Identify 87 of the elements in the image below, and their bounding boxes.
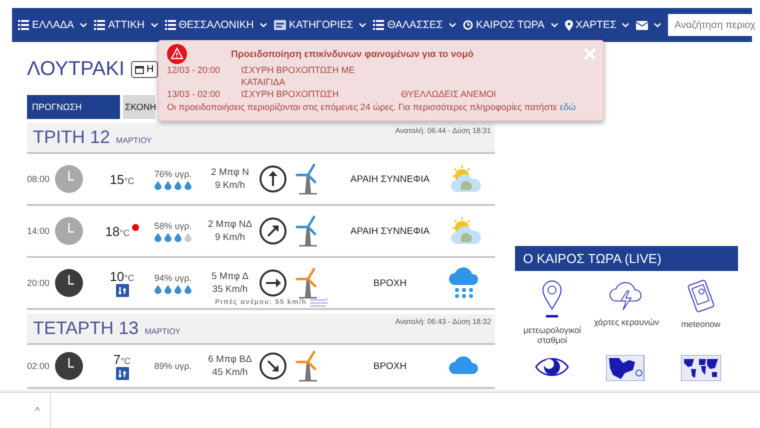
forecast-time: 20:00 bbox=[27, 278, 51, 288]
nav-menu-item[interactable] bbox=[636, 20, 662, 30]
wind-speed: 45 Km/h bbox=[212, 366, 248, 379]
weather-condition: ΒΡΟΧΗ bbox=[372, 360, 408, 372]
alert-event: ΙΣΧΥΡΗ ΒΡΟΧΟΠΤΩΣΗ ΜΕ ΚΑΤΑΙΓΙΔΑ bbox=[241, 64, 356, 88]
caret-icon bbox=[359, 22, 366, 28]
humidity-text: 94% υγρ. bbox=[154, 272, 192, 282]
caret-icon bbox=[260, 22, 267, 28]
list-icon bbox=[373, 20, 384, 30]
eye-icon[interactable] bbox=[535, 355, 570, 379]
list-icon bbox=[18, 20, 29, 30]
clock-icon bbox=[55, 217, 83, 245]
wind-force: 2 Μπφ Ν bbox=[211, 166, 249, 179]
mail-icon bbox=[636, 20, 648, 30]
clock-icon bbox=[462, 20, 473, 30]
date-button[interactable]: Η bbox=[130, 61, 158, 78]
calendar-icon bbox=[134, 65, 144, 74]
caret-icon bbox=[448, 22, 456, 28]
temperature: 7°C bbox=[113, 352, 131, 367]
pin-icon bbox=[564, 20, 573, 30]
tablet-icon[interactable] bbox=[686, 279, 716, 313]
warning-icon bbox=[167, 44, 187, 64]
clock-icon bbox=[55, 352, 83, 380]
caret-icon bbox=[622, 22, 630, 28]
nav-menu-item[interactable]: ΕΛΛΑΔΑ bbox=[18, 19, 88, 31]
wind-speed: 9 Km/h bbox=[214, 231, 246, 244]
list-icon bbox=[94, 20, 106, 30]
caret-icon bbox=[550, 22, 558, 28]
day-name: ΤΕΤΑΡΤΗ 13 bbox=[33, 318, 139, 339]
forecast-time: 14:00 bbox=[27, 226, 51, 236]
wind-force: 2 Μπφ ΝΔ bbox=[208, 218, 252, 231]
temperature: 18°C bbox=[105, 224, 130, 238]
world-map-icon[interactable] bbox=[680, 355, 721, 381]
forecast-time: 08:00 bbox=[27, 174, 51, 184]
panel-header: Ο ΚΑΙΡΟΣ ΤΩΡΑ (LIVE) bbox=[515, 246, 738, 271]
caret-icon bbox=[80, 22, 88, 28]
partly-cloudy-icon bbox=[449, 164, 483, 194]
nav-menu-item[interactable]: ΘΕΣΣΑΛΟΝΙΚΗ bbox=[164, 19, 267, 31]
nav-menu-item[interactable]: ΘΑΛΑΣΣΕΣ bbox=[373, 19, 456, 31]
alert-time: 12/03 - 20:00 bbox=[167, 64, 222, 77]
humidity-text: 89% υγρ. bbox=[154, 361, 192, 371]
temperature: 15°C bbox=[110, 172, 134, 186]
cloud-icon bbox=[449, 356, 479, 376]
month-label: ΜΑΡΤΙΟΥ bbox=[144, 327, 180, 336]
nav-menu-item[interactable]: ΧΑΡΤΕΣ bbox=[564, 19, 630, 31]
weather-condition: ΑΡΑΙΗ ΣΥΝΝΕΦΙΑ bbox=[349, 226, 431, 236]
storm-cloud-icon[interactable] bbox=[608, 279, 644, 311]
rain-cloud-icon bbox=[449, 267, 479, 299]
close-icon bbox=[583, 47, 597, 61]
humidity-text: 58% υγρ. bbox=[154, 220, 192, 230]
list-icon bbox=[164, 20, 176, 30]
alert-title: Προειδοποίηση επικίνδυνων φαινομένων για το νομό bbox=[231, 48, 474, 60]
scroll-up-button[interactable]: ^ bbox=[25, 393, 51, 428]
month-label: ΜΑΡΤΙΟΥ bbox=[116, 136, 152, 145]
partly-cloudy-icon bbox=[449, 216, 483, 246]
wind-speed: 35 Km/h bbox=[212, 283, 248, 296]
alert-event: ΙΣΧΥΡΗ ΒΡΟΧΟΠΤΩΣΗ bbox=[241, 88, 340, 100]
wind-force: 6 Μπφ ΒΔ bbox=[208, 353, 252, 366]
tab[interactable]: ΠΡΟΓΝΩΣΗ bbox=[27, 95, 120, 119]
wind-gust-icon bbox=[310, 298, 330, 307]
link-label[interactable]: meteonow bbox=[664, 319, 737, 329]
caret-icon bbox=[150, 22, 158, 28]
alert-time: 13/03 - 02:00 bbox=[167, 88, 222, 100]
temperature: 10°C bbox=[110, 269, 134, 284]
tab[interactable]: ΣΚΟΝΗ bbox=[123, 95, 155, 119]
wind-speed: 9 Km/h bbox=[214, 179, 246, 192]
day-name: ΤΡΙΤΗ 12 bbox=[33, 127, 110, 148]
details-link[interactable]: εδώ bbox=[560, 102, 576, 112]
weather-condition: ΑΡΑΙΗ ΣΥΝΝΕΦΙΑ bbox=[349, 174, 431, 184]
alert-event: ΘΥΕΛΛΩΔΕΙΣ ΑΝΕΜΟΙ bbox=[401, 88, 498, 100]
nav-menu-item[interactable]: ΑΤΤΙΚΗ bbox=[94, 19, 158, 31]
europe-map-icon[interactable] bbox=[606, 355, 646, 381]
link-label[interactable]: χάρτες κεραυνών bbox=[590, 317, 662, 327]
caret-icon bbox=[654, 22, 662, 28]
forecast-time: 02:00 bbox=[27, 361, 51, 371]
pin-icon[interactable] bbox=[541, 279, 564, 319]
nav-menu-item[interactable]: ΚΑΙΡΟΣ ΤΩΡΑ bbox=[462, 19, 558, 31]
humidity-text: 76% υγρ. bbox=[154, 168, 192, 178]
link-label[interactable]: μετεωρολογικοί σταθμοί bbox=[516, 325, 588, 345]
weather-condition: ΒΡΟΧΗ bbox=[372, 278, 408, 288]
nav-menu-item[interactable]: ΚΑΤΗΓΟΡΙΕΣ bbox=[274, 19, 366, 31]
card-icon bbox=[274, 20, 286, 30]
alert-note: Οι προειδοποιήσεις περιορίζονται στις επόμενες 24 ώρες. Για περισσότερες πληροφορίες πατήστε εδώ bbox=[167, 101, 577, 114]
clock-icon bbox=[55, 269, 83, 297]
wind-force: 5 Μπφ Δ bbox=[212, 270, 248, 283]
page-title: ΛΟΥΤΡΑΚΙ bbox=[27, 58, 124, 81]
clock-icon bbox=[55, 165, 83, 193]
